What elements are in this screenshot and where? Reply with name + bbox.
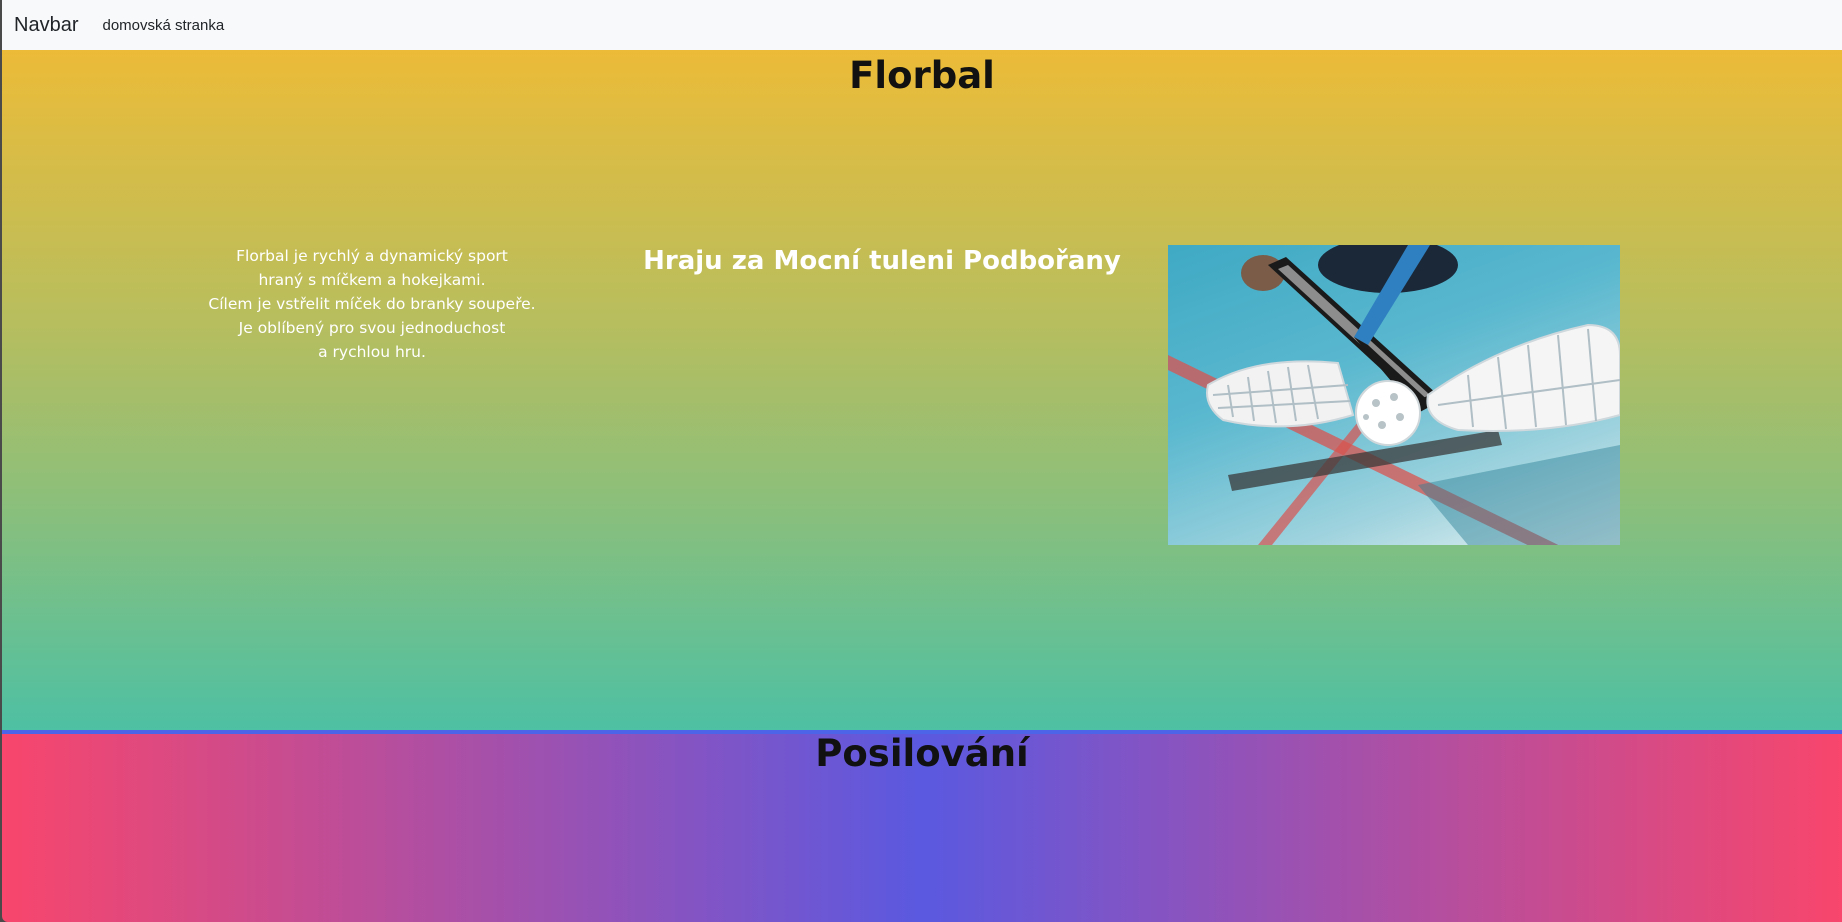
- posilovani-title: Posilování: [815, 732, 1029, 775]
- floorball-photo-illustration: [1168, 245, 1620, 545]
- navbar-brand[interactable]: Navbar: [14, 14, 78, 37]
- description-line: a rychlou hru.: [318, 343, 426, 361]
- navbar: Navbar domovská stranka: [2, 0, 1842, 50]
- floorball-photo: [1168, 245, 1620, 545]
- nav-link-home[interactable]: domovská stranka: [102, 17, 224, 34]
- right-blade: [1426, 323, 1620, 432]
- posilovani-section: Posilování: [2, 730, 1842, 922]
- florbal-description: Florbal je rychlý a dynamický sport hran…: [202, 244, 542, 364]
- description-line: Florbal je rychlý a dynamický sport: [236, 247, 508, 265]
- team-heading: Hraju za Mocní tuleni Podbořany: [643, 246, 1121, 276]
- blade-shadow: [1418, 445, 1620, 545]
- page: Navbar domovská stranka Florbal Florbal …: [2, 0, 1842, 922]
- florbal-title: Florbal: [849, 54, 995, 97]
- floorball-ball: [1355, 380, 1421, 446]
- description-line: Cílem je vstřelit míček do branky soupeř…: [208, 295, 536, 313]
- description-line: Je oblíbený pro svou jednoduchost: [238, 319, 506, 337]
- florbal-section: Florbal Florbal je rychlý a dynamický sp…: [2, 50, 1842, 730]
- description-line: hraný s míčkem a hokejkami.: [258, 271, 486, 289]
